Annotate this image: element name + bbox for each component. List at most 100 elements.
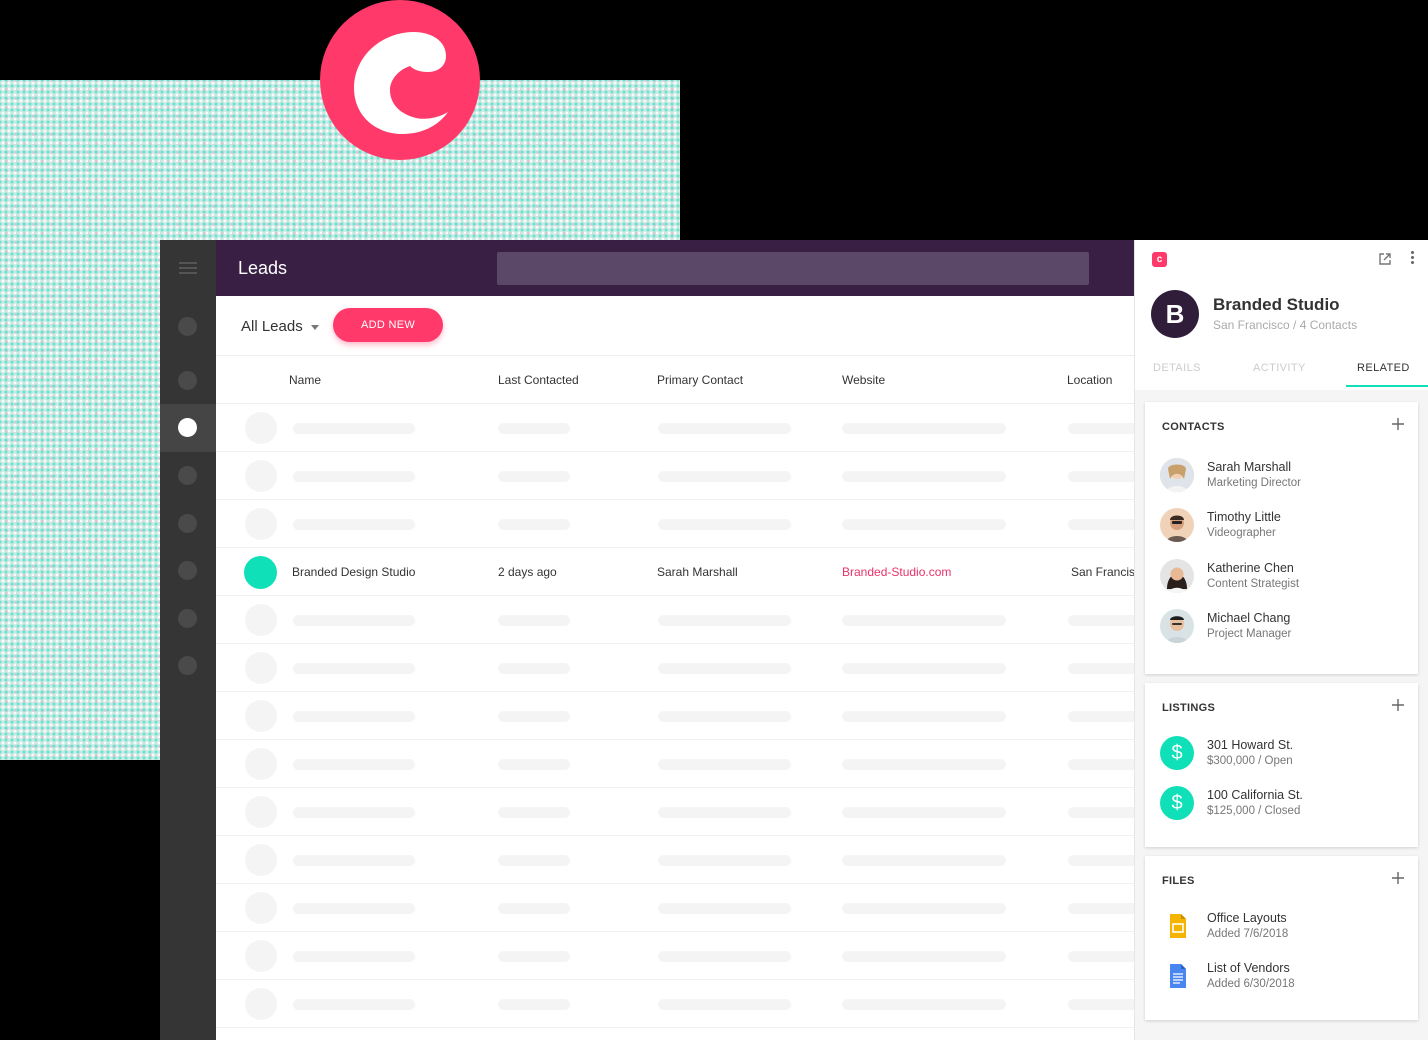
file-item[interactable]: Office Layouts Added 7/6/2018 [1160,909,1410,949]
nav-item-7[interactable] [178,609,197,628]
tab-indicator [1346,385,1428,387]
placeholder-bar [842,519,1006,530]
nav-item-8[interactable] [178,656,197,675]
placeholder-row[interactable] [216,740,1136,788]
file-item[interactable]: List of Vendors Added 6/30/2018 [1160,959,1410,999]
placeholder-bar [842,423,1006,434]
placeholder-bar [498,519,570,530]
add-new-button[interactable]: ADD NEW [333,308,443,342]
lead-primary-contact[interactable]: Sarah Marshall [657,565,738,579]
placeholder-bar [842,999,1006,1010]
placeholder-avatar [245,844,277,876]
view-filter-dropdown[interactable]: All Leads [241,318,319,335]
company-avatar: B [1151,290,1199,338]
contact-item[interactable]: Timothy Little Videographer [1160,508,1410,548]
tab-details[interactable]: DETAILS [1153,362,1201,374]
placeholder-row[interactable] [216,500,1136,548]
placeholder-row[interactable] [216,836,1136,884]
listing-name: 301 Howard St. [1207,738,1294,752]
placeholder-bar [498,759,570,770]
placeholder-avatar [245,652,277,684]
placeholder-bar [658,759,791,770]
nav-item-5[interactable] [178,514,197,533]
search-input[interactable] [497,252,1089,285]
placeholder-bar [498,423,570,434]
placeholder-avatar [245,700,277,732]
contact-item[interactable]: Katherine Chen Content Strategist [1160,559,1410,599]
placeholder-row[interactable] [216,788,1136,836]
contact-name: Katherine Chen [1207,561,1294,575]
column-header-name[interactable]: Name [289,373,321,387]
column-header-location[interactable]: Location [1067,373,1112,387]
placeholder-row[interactable] [216,980,1136,1028]
menu-icon[interactable] [179,262,197,274]
contact-avatar [1160,508,1194,542]
dollar-icon: $ [1160,786,1194,820]
contacts-card-title: CONTACTS [1162,421,1225,433]
column-header-last-contacted[interactable]: Last Contacted [498,373,579,387]
placeholder-bar [658,423,791,434]
nav-item-1[interactable] [178,317,197,336]
placeholder-row[interactable] [216,596,1136,644]
listings-card-title: LISTINGS [1162,702,1216,714]
placeholder-bar [658,855,791,866]
contact-item[interactable]: Michael Chang Project Manager [1160,609,1410,649]
file-detail: Added 6/30/2018 [1207,978,1295,990]
placeholder-bar [293,855,415,866]
placeholder-bar [293,711,415,722]
placeholder-bar [658,471,791,482]
nav-item-6[interactable] [178,561,197,580]
contact-item[interactable]: Sarah Marshall Marketing Director [1160,458,1410,498]
listing-item[interactable]: $ 301 Howard St. $300,000 / Open [1160,736,1410,776]
add-listing-icon[interactable] [1391,698,1405,712]
page-title: Leads [238,258,288,278]
placeholder-bar [842,711,1006,722]
placeholder-row[interactable] [216,692,1136,740]
contacts-card: CONTACTS Sarah Marshall Marketing Direct… [1145,402,1418,674]
placeholder-row[interactable] [216,884,1136,932]
placeholder-row[interactable] [216,452,1136,500]
placeholder-bar [1068,855,1136,866]
placeholder-bar [658,807,791,818]
related-panel: c B Branded Studio San Francisco / 4 Con… [1134,240,1428,1040]
placeholder-bar [293,423,415,434]
placeholder-bar [842,855,1006,866]
placeholder-bar [1068,999,1136,1010]
company-subtitle: San Francisco / 4 Contacts [1213,318,1358,332]
lead-last-contacted: 2 days ago [498,565,557,579]
nav-item-2[interactable] [178,371,197,390]
placeholder-bar [658,711,791,722]
tab-related[interactable]: RELATED [1357,362,1410,374]
contact-avatar [1160,559,1194,593]
placeholder-bar [658,519,791,530]
contact-name: Sarah Marshall [1207,460,1292,474]
placeholder-bar [842,615,1006,626]
placeholder-row[interactable] [216,404,1136,452]
lead-name[interactable]: Branded Design Studio [292,565,415,579]
open-external-icon[interactable] [1378,252,1392,266]
placeholder-bar [658,903,791,914]
listing-name: 100 California St. [1207,788,1303,802]
placeholder-row[interactable] [216,932,1136,980]
lead-website-link[interactable]: Branded-Studio.com [842,565,951,579]
tab-activity[interactable]: ACTIVITY [1253,362,1306,374]
placeholder-bar [658,663,791,674]
placeholder-row[interactable] [216,644,1136,692]
company-name: Branded Studio [1213,295,1340,314]
more-options-icon[interactable] [1409,251,1415,267]
add-file-icon[interactable] [1391,871,1405,885]
placeholder-bar [842,951,1006,962]
placeholder-bar [293,663,415,674]
file-name: Office Layouts [1207,911,1287,925]
listings-card: LISTINGS $ 301 Howard St. $300,000 / Ope… [1145,683,1418,847]
listing-item[interactable]: $ 100 California St. $125,000 / Closed [1160,786,1410,826]
column-header-website[interactable]: Website [842,373,885,387]
panel-header: c B Branded Studio San Francisco / 4 Con… [1135,240,1428,390]
column-header-primary-contact[interactable]: Primary Contact [657,373,743,387]
lead-row[interactable]: Branded Design Studio 2 days ago Sarah Mar… [216,548,1136,596]
nav-item-leads[interactable] [178,418,197,437]
add-contact-icon[interactable] [1391,417,1405,431]
nav-item-4[interactable] [178,466,197,485]
placeholder-bar [498,807,570,818]
placeholder-bar [1068,471,1136,482]
